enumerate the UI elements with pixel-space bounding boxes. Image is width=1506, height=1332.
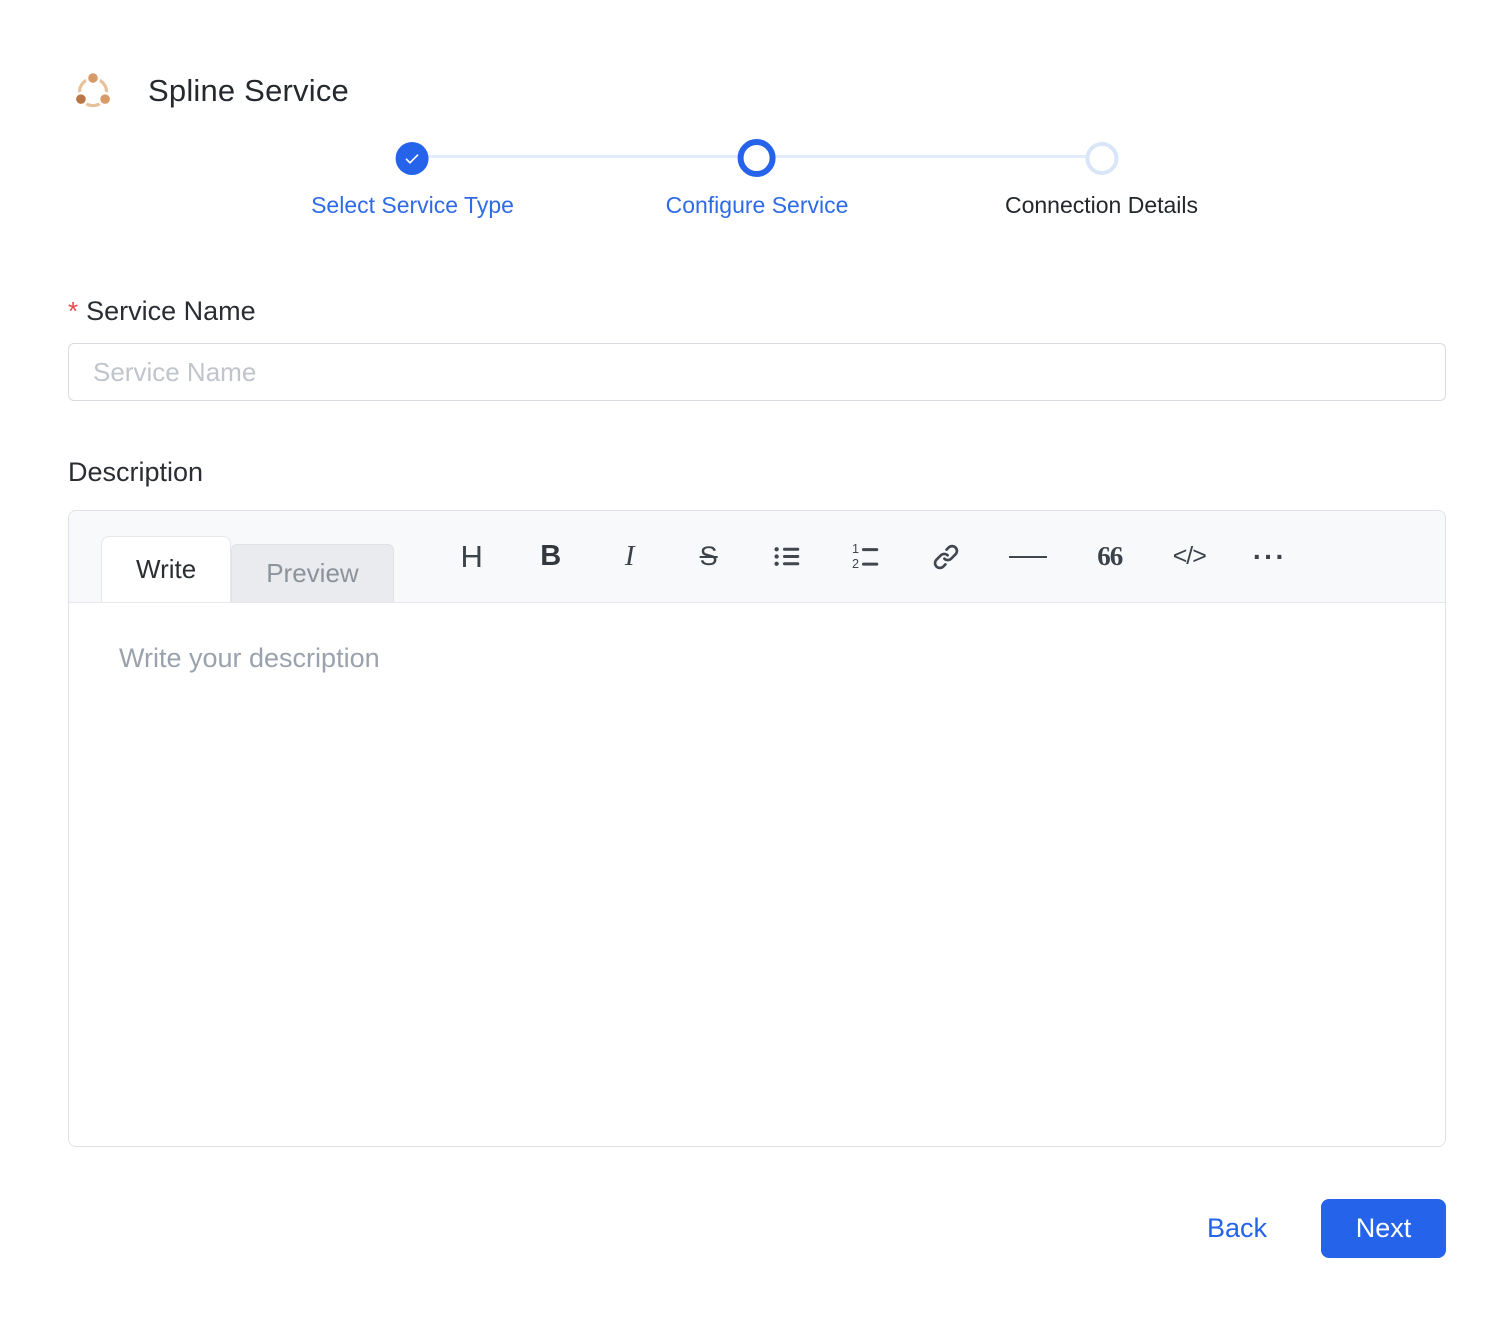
code-icon[interactable]: </> <box>1173 535 1207 579</box>
stepper: Select Service Type Configure Service Co… <box>68 138 1446 242</box>
bullet-list-icon[interactable] <box>772 535 804 579</box>
bold-icon[interactable]: B <box>535 535 567 579</box>
step-label-connection-details: Connection Details <box>1004 192 1199 218</box>
editor-header: Write Preview H B I S 1 2 66 </> ··· <box>69 511 1445 603</box>
app-header: Spline Service <box>68 0 1446 116</box>
description-textarea[interactable] <box>69 603 1445 1146</box>
svg-text:1: 1 <box>852 542 859 556</box>
step-configure-service[interactable]: Configure Service <box>665 138 849 219</box>
step-completed-check-icon <box>395 141 429 175</box>
strikethrough-icon[interactable]: S <box>693 535 725 579</box>
editor-tabs: Write Preview <box>101 536 394 602</box>
description-editor: Write Preview H B I S 1 2 66 </> ··· Wri… <box>68 510 1446 1147</box>
step-label-configure-service: Configure Service <box>665 192 849 218</box>
back-button[interactable]: Back <box>1203 1203 1271 1254</box>
service-name-label: * Service Name <box>68 296 1446 327</box>
step-circle-wrap <box>738 138 776 178</box>
svg-text:2: 2 <box>852 557 859 571</box>
heading-icon[interactable]: H <box>456 535 488 579</box>
service-name-label-text: Service Name <box>86 296 256 326</box>
italic-icon[interactable]: I <box>614 535 646 579</box>
description-label: Description <box>68 457 204 487</box>
next-button[interactable]: Next <box>1321 1199 1446 1258</box>
step-active-circle-icon <box>738 139 776 177</box>
required-asterisk: * <box>68 296 79 326</box>
step-connection-details[interactable]: Connection Details <box>1005 138 1198 219</box>
service-name-input[interactable] <box>68 343 1446 401</box>
page-title: Spline Service <box>148 73 349 108</box>
quote-icon[interactable]: 66 <box>1094 535 1126 579</box>
form-actions: Back Next <box>68 1199 1446 1258</box>
step-upcoming-circle-icon <box>1085 141 1118 175</box>
link-icon[interactable] <box>930 535 962 579</box>
step-select-service-type[interactable]: Select Service Type <box>311 138 514 219</box>
step-circle-wrap <box>395 138 429 178</box>
spline-service-logo-icon <box>68 66 118 116</box>
step-circle-wrap <box>1085 138 1118 178</box>
tab-preview[interactable]: Preview <box>231 544 394 602</box>
configure-service-page: Spline Service Select Service Type Confi… <box>0 0 1506 1332</box>
horizontal-rule-icon[interactable] <box>1008 535 1047 579</box>
tab-write[interactable]: Write <box>101 536 232 602</box>
more-icon[interactable]: ··· <box>1253 535 1287 579</box>
editor-toolbar: H B I S 1 2 66 </> ··· <box>456 535 1287 579</box>
numbered-list-icon[interactable]: 1 2 <box>851 535 883 579</box>
step-label-select-service-type: Select Service Type <box>311 192 514 218</box>
